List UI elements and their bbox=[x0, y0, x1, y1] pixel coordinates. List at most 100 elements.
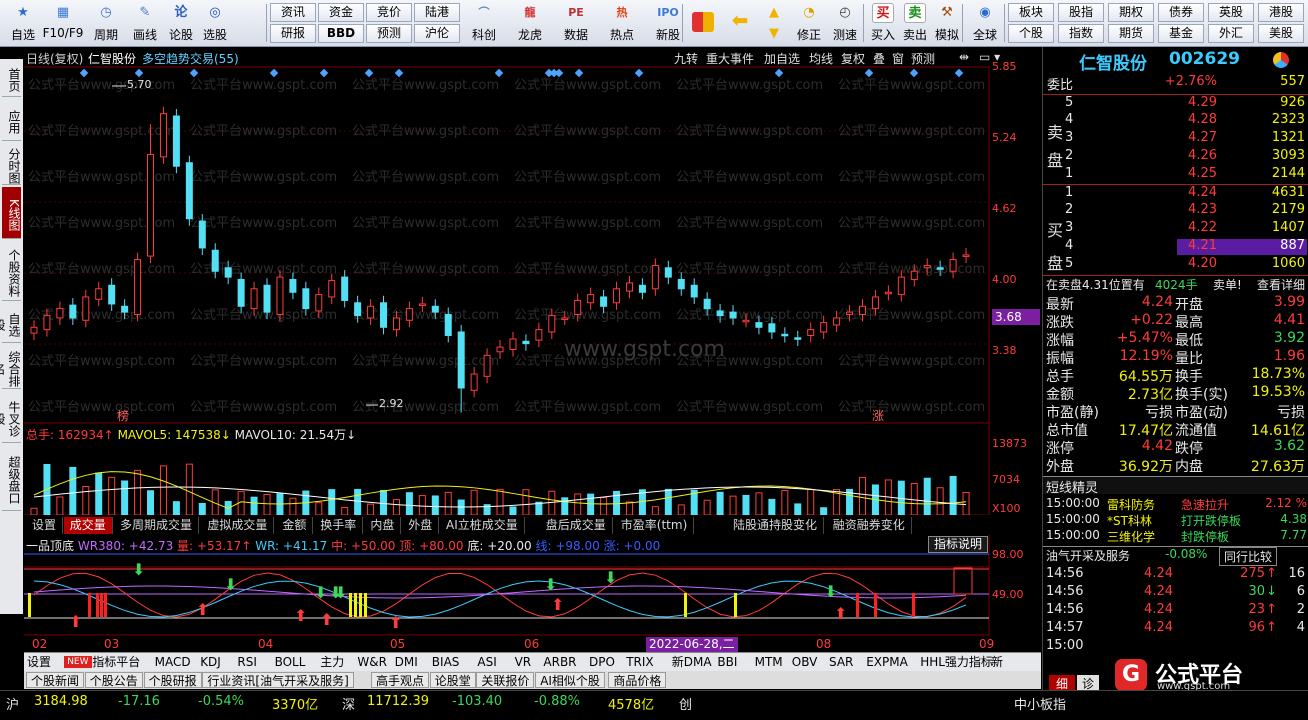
toolbar-market-button[interactable]: 外汇 bbox=[1208, 24, 1254, 43]
news-tab[interactable]: 论股堂 bbox=[429, 672, 476, 688]
sidebar-tab[interactable]: 牛叉诊股 bbox=[0, 391, 21, 443]
toolbar-chart-button[interactable]: ⌒ 科创 bbox=[462, 2, 506, 45]
toolbar-grid-button[interactable]: 研报 bbox=[270, 24, 316, 43]
sidebar-tab[interactable]: K线图 bbox=[2, 187, 21, 239]
news-tab[interactable]: 个股新闻 bbox=[26, 672, 85, 688]
back-button[interactable]: ⬅ bbox=[724, 2, 756, 45]
indicator-tab[interactable]: 设置 bbox=[27, 654, 51, 670]
toolbar-grid-button[interactable]: BBD bbox=[318, 24, 364, 43]
news-tab[interactable]: 关联报价 bbox=[476, 672, 535, 688]
indicator-tab[interactable]: VR bbox=[515, 654, 532, 670]
toolbar-market-button[interactable]: 板块 bbox=[1008, 3, 1054, 22]
indicator-tab[interactable]: 指标平台 bbox=[92, 654, 140, 670]
toolbar-market-button[interactable]: 债券 bbox=[1158, 3, 1204, 22]
toolbar-hot-button[interactable]: 热热点 bbox=[600, 2, 644, 45]
chart-top-button[interactable]: 窗 bbox=[892, 50, 904, 67]
toolbar-market-button[interactable]: 股指 bbox=[1058, 3, 1104, 22]
sh-index[interactable]: 3184.98 bbox=[34, 694, 88, 709]
event-marker-zhang[interactable]: 涨 bbox=[872, 407, 884, 424]
sz-index[interactable]: 11712.39 bbox=[367, 694, 429, 709]
sidebar-tab[interactable]: 自选股 bbox=[0, 303, 21, 343]
indicator-tab[interactable]: MACD bbox=[155, 654, 191, 670]
toolbar-hammer-button[interactable]: ⚒ 模拟 bbox=[932, 2, 962, 45]
toolbar-grid-button[interactable]: ▦ F10/F9 bbox=[40, 2, 86, 45]
peer-compare-button[interactable]: 同行比较 bbox=[1219, 547, 1278, 566]
volume-tab[interactable]: 盘后成交量 bbox=[540, 517, 613, 534]
page-up-down[interactable]: ▲ ▼ bbox=[762, 2, 786, 45]
toolbar-clock-button[interactable]: ◷ 周期 bbox=[86, 2, 126, 45]
pin-icon[interactable]: ⇹ bbox=[959, 50, 969, 64]
toolbar-market-button[interactable]: 期权 bbox=[1108, 3, 1154, 22]
tab-diagnose[interactable]: 诊 bbox=[1077, 675, 1099, 691]
chart-top-button[interactable]: 九转 bbox=[674, 50, 698, 67]
chart-top-button[interactable]: 叠 bbox=[873, 50, 885, 67]
volume-tab[interactable]: 虚拟成交量 bbox=[201, 517, 275, 534]
toolbar-speed-button[interactable]: ◴ 测速 bbox=[828, 2, 862, 45]
toolbar-globe-button[interactable]: ◉ 全球 bbox=[966, 2, 1004, 45]
sidebar-tab[interactable]: 首页 bbox=[2, 59, 21, 97]
toolbar-market-button[interactable]: 英股 bbox=[1208, 3, 1254, 22]
volume-tab[interactable]: 成交量 bbox=[63, 517, 113, 534]
news-tab[interactable]: 高手观点 bbox=[371, 672, 430, 688]
tab-detail[interactable]: 细 bbox=[1049, 675, 1075, 691]
toolbar-market-button[interactable]: 港股 bbox=[1258, 3, 1304, 22]
toolbar-market-button[interactable]: 美股 bbox=[1258, 24, 1304, 43]
toolbar-star-button[interactable]: ★ 自选 bbox=[6, 2, 40, 45]
toolbar-grid-button[interactable]: 资讯 bbox=[270, 3, 316, 22]
volume-tab[interactable]: 金额 bbox=[276, 517, 314, 534]
indicator-tab[interactable]: NEW bbox=[64, 656, 92, 668]
volume-tab[interactable]: 内盘 bbox=[364, 517, 402, 534]
event-marker-bang[interactable]: 榜 bbox=[117, 407, 129, 424]
volume-tab[interactable]: 设置 bbox=[26, 517, 64, 534]
toolbar-buy-button[interactable]: 买买入 bbox=[868, 2, 898, 45]
indicator-tab[interactable]: BOLL bbox=[275, 654, 306, 670]
sidebar-tab[interactable]: 个股资料 bbox=[2, 241, 21, 301]
toolbar-market-button[interactable]: 个股 bbox=[1008, 24, 1054, 43]
toolbar-talk-button[interactable]: 论论股 bbox=[164, 2, 198, 45]
indicator-tab[interactable]: EXPMA bbox=[866, 654, 908, 670]
toolbar-target-button[interactable]: ◎ 选股 bbox=[198, 2, 232, 45]
indicator-help-button[interactable]: 指标说明 bbox=[928, 536, 989, 553]
sidebar-tab[interactable]: 分时图 bbox=[2, 143, 21, 185]
chart-top-button[interactable]: 加自选 bbox=[764, 50, 800, 67]
chart-top-button[interactable]: 复权 bbox=[841, 50, 865, 67]
volume-tab[interactable]: 多周期成交量 bbox=[114, 517, 200, 534]
toolbar-grid-button[interactable]: 预测 bbox=[366, 24, 412, 43]
indicator-tab[interactable]: BIAS bbox=[432, 654, 460, 670]
toolbar-market-button[interactable]: 指数 bbox=[1058, 24, 1104, 43]
chart-top-button[interactable]: 预测 bbox=[911, 50, 935, 67]
sidebar-tab[interactable]: 综合排名 bbox=[0, 345, 21, 389]
toolbar-ipo-button[interactable]: IPO 新股 bbox=[646, 2, 690, 45]
toolbar-sell-button[interactable]: 卖卖出 bbox=[900, 2, 930, 45]
indicator-tab[interactable]: SAR bbox=[829, 654, 853, 670]
indicator-tab[interactable]: RSI bbox=[237, 654, 257, 670]
indicator-tab[interactable]: 新 bbox=[991, 654, 1003, 670]
volume-tab[interactable]: 外盘 bbox=[402, 517, 440, 534]
kline-chart-area[interactable]: 公式平台www.gspt.com 公式平台www.gspt.com 公式平台www.… bbox=[24, 47, 1041, 687]
volume-tab[interactable]: 换手率 bbox=[314, 517, 364, 534]
board-selector[interactable]: 中小板指 bbox=[1014, 694, 1066, 713]
indicator-tab[interactable]: ASI bbox=[477, 654, 496, 670]
toolbar-dragon-button[interactable]: 龍龙虎 bbox=[508, 2, 552, 45]
toolbar-correct-button[interactable]: ◔ 修正 bbox=[792, 2, 826, 45]
indicator-tab[interactable]: DMI bbox=[395, 654, 418, 670]
pie-icon[interactable] bbox=[1273, 52, 1289, 68]
news-tab[interactable]: 商品价格 bbox=[608, 672, 667, 688]
toolbar-pen-button[interactable]: ✎ 画线 bbox=[126, 2, 164, 45]
toolbar-market-button[interactable]: 期货 bbox=[1108, 24, 1154, 43]
volume-tab[interactable]: AI立桩成交量 bbox=[440, 517, 525, 534]
multi-window-button[interactable] bbox=[688, 2, 718, 45]
indicator-tab[interactable]: KDJ bbox=[200, 654, 221, 670]
volume-tab[interactable]: 陆股通持股变化 bbox=[727, 517, 825, 534]
sidebar-tab[interactable]: 应用 bbox=[2, 99, 21, 141]
toolbar-market-button[interactable]: 基金 bbox=[1158, 24, 1204, 43]
indicator-tab[interactable]: MTM bbox=[755, 654, 783, 670]
news-tab[interactable]: 个股公告 bbox=[84, 672, 143, 688]
news-tab[interactable]: 个股研报 bbox=[143, 672, 202, 688]
sidebar-tab[interactable]: 超级盘口 bbox=[2, 445, 21, 511]
toolbar-grid-button[interactable]: 资金 bbox=[318, 3, 364, 22]
chart-top-button[interactable]: 重大事件 bbox=[706, 50, 754, 67]
indicator-tab[interactable]: TRIX bbox=[626, 654, 653, 670]
indicator-tab[interactable]: 主力 bbox=[320, 654, 344, 670]
chart-top-button[interactable]: 均线 bbox=[809, 50, 833, 67]
